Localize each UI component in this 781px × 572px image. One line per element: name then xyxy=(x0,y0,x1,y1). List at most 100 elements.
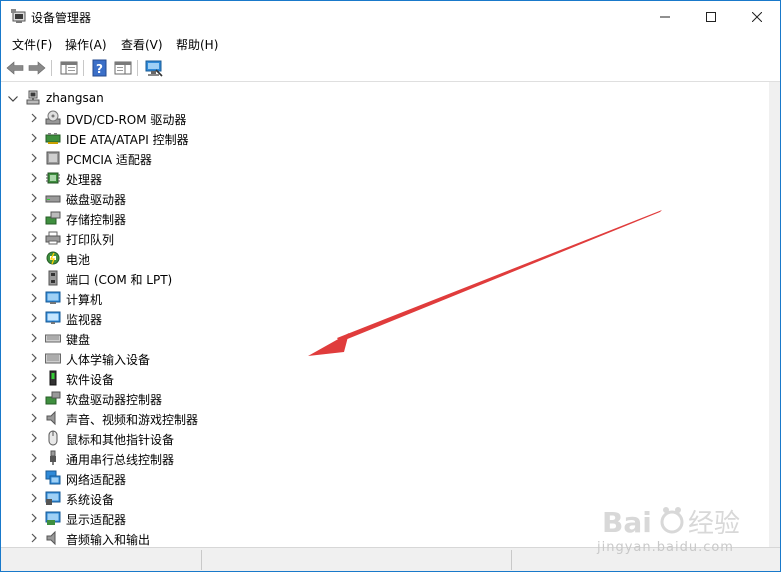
tree-node[interactable]: 网络适配器 xyxy=(1,468,401,488)
back-button[interactable] xyxy=(5,58,25,78)
chevron-right-icon[interactable] xyxy=(29,372,39,384)
usb-icon xyxy=(45,450,61,466)
svg-text:?: ? xyxy=(96,62,103,76)
tree-node[interactable]: 音频输入和输出 xyxy=(1,528,401,547)
tree-node-label: 存储控制器 xyxy=(66,213,127,227)
chevron-right-icon[interactable] xyxy=(29,472,39,484)
tree-node-label: 处理器 xyxy=(66,173,103,187)
title-bar[interactable]: 设备管理器 xyxy=(1,1,780,32)
chevron-right-icon[interactable] xyxy=(29,212,39,224)
tree-node[interactable]: 软盘驱动器控制器 xyxy=(1,388,401,408)
tree-node-label: PCMCIA 适配器 xyxy=(66,153,152,167)
chevron-right-icon[interactable] xyxy=(29,132,39,144)
maximize-button[interactable] xyxy=(688,1,734,32)
chevron-right-icon[interactable] xyxy=(29,272,39,284)
computer-icon xyxy=(45,290,61,306)
device-tree[interactable]: zhangsan DVD/CD-ROM 驱动器 IDE ATA/ATAPI 控制器… xyxy=(1,82,769,547)
chevron-right-icon[interactable] xyxy=(29,252,39,264)
tree-node[interactable]: 声音、视频和游戏控制器 xyxy=(1,408,401,428)
tree-node[interactable]: 电池 xyxy=(1,248,401,268)
tree-node-label: IDE ATA/ATAPI 控制器 xyxy=(66,133,189,147)
tree-node[interactable]: 鼠标和其他指针设备 xyxy=(1,428,401,448)
monitor-icon xyxy=(45,310,61,326)
toolbar-separator xyxy=(51,60,52,76)
tree-node-label: 网络适配器 xyxy=(66,473,127,487)
chevron-right-icon[interactable] xyxy=(29,452,39,464)
tree-node-label: 监视器 xyxy=(66,313,103,327)
properties-pane-icon xyxy=(114,61,132,75)
printer-icon xyxy=(45,230,61,246)
chevron-right-icon[interactable] xyxy=(29,292,39,304)
pcmcia-adapter-icon xyxy=(45,150,61,166)
tree-node-label: 鼠标和其他指针设备 xyxy=(66,433,175,447)
menu-action[interactable]: 操作(A) xyxy=(65,36,107,53)
tree-root[interactable]: zhangsan xyxy=(1,88,601,108)
chevron-right-icon[interactable] xyxy=(29,512,39,524)
svg-text:经验: 经验 xyxy=(688,509,740,539)
audio-io-icon xyxy=(45,530,61,546)
chevron-right-icon[interactable] xyxy=(29,332,39,344)
close-icon xyxy=(752,11,762,22)
chevron-right-icon[interactable] xyxy=(29,232,39,244)
watermark-text: jingyan.baidu.com xyxy=(597,540,734,555)
chevron-down-icon[interactable] xyxy=(7,93,19,103)
tree-node-label: 软盘驱动器控制器 xyxy=(66,393,163,407)
software-device-icon xyxy=(45,370,61,386)
tree-node[interactable]: 通用串行总线控制器 xyxy=(1,448,401,468)
tree-node[interactable]: IDE ATA/ATAPI 控制器 xyxy=(1,128,401,148)
tree-node[interactable]: 处理器 xyxy=(1,168,401,188)
tree-node[interactable]: 监视器 xyxy=(1,308,401,328)
chevron-right-icon[interactable] xyxy=(29,312,39,324)
processor-icon xyxy=(45,170,61,186)
chevron-right-icon[interactable] xyxy=(29,152,39,164)
vertical-scrollbar[interactable] xyxy=(769,82,780,547)
chevron-right-icon[interactable] xyxy=(29,112,39,124)
show-hide-console-tree-button[interactable] xyxy=(59,58,79,78)
toolbar: ? xyxy=(1,55,780,82)
chevron-right-icon[interactable] xyxy=(29,412,39,424)
tree-node[interactable]: 软件设备 xyxy=(1,368,401,388)
tree-node-label: 电池 xyxy=(66,253,91,267)
tree-node-label: 软件设备 xyxy=(66,373,115,387)
chevron-right-icon[interactable] xyxy=(29,392,39,404)
ide-controller-icon xyxy=(45,130,61,146)
scan-hardware-icon xyxy=(145,60,163,77)
chevron-right-icon[interactable] xyxy=(29,352,39,364)
tree-node[interactable]: 存储控制器 xyxy=(1,208,401,228)
tree-node-label: 计算机 xyxy=(66,293,103,307)
network-adapter-icon xyxy=(45,470,61,486)
menu-view[interactable]: 查看(V) xyxy=(121,36,163,53)
chevron-right-icon[interactable] xyxy=(29,432,39,444)
mouse-icon xyxy=(45,430,61,446)
tree-node[interactable]: DVD/CD-ROM 驱动器 xyxy=(1,108,401,128)
tree-node-label: DVD/CD-ROM 驱动器 xyxy=(66,113,187,127)
tree-node-label: 人体学输入设备 xyxy=(66,353,151,367)
close-button[interactable] xyxy=(734,1,780,32)
tree-node[interactable]: 端口 (COM 和 LPT) xyxy=(1,268,401,288)
menu-help[interactable]: 帮助(H) xyxy=(176,36,218,53)
chevron-right-icon[interactable] xyxy=(29,492,39,504)
tree-node[interactable]: 磁盘驱动器 xyxy=(1,188,401,208)
chevron-right-icon[interactable] xyxy=(29,192,39,204)
menu-file[interactable]: 文件(F) xyxy=(12,36,52,53)
scan-hardware-button[interactable] xyxy=(144,58,164,78)
chevron-right-icon[interactable] xyxy=(29,172,39,184)
tree-node-label: 显示适配器 xyxy=(66,513,127,527)
tree-node[interactable]: 键盘 xyxy=(1,328,401,348)
tree-node[interactable]: 计算机 xyxy=(1,288,401,308)
help-button[interactable]: ? xyxy=(90,58,110,78)
port-icon xyxy=(45,270,61,286)
forward-button[interactable] xyxy=(27,58,47,78)
properties-pane-button[interactable] xyxy=(113,58,133,78)
tree-node[interactable]: 系统设备 xyxy=(1,488,401,508)
tree-node[interactable]: 打印队列 xyxy=(1,228,401,248)
tree-node-label: 声音、视频和游戏控制器 xyxy=(66,413,199,427)
tree-node[interactable]: PCMCIA 适配器 xyxy=(1,148,401,168)
keyboard-icon xyxy=(45,330,61,346)
minimize-button[interactable] xyxy=(642,1,688,32)
computer-root-icon xyxy=(25,90,41,106)
tree-node[interactable]: 人体学输入设备 xyxy=(1,348,401,368)
display-adapter-icon xyxy=(45,510,61,526)
chevron-right-icon[interactable] xyxy=(29,532,39,544)
tree-node[interactable]: 显示适配器 xyxy=(1,508,401,528)
